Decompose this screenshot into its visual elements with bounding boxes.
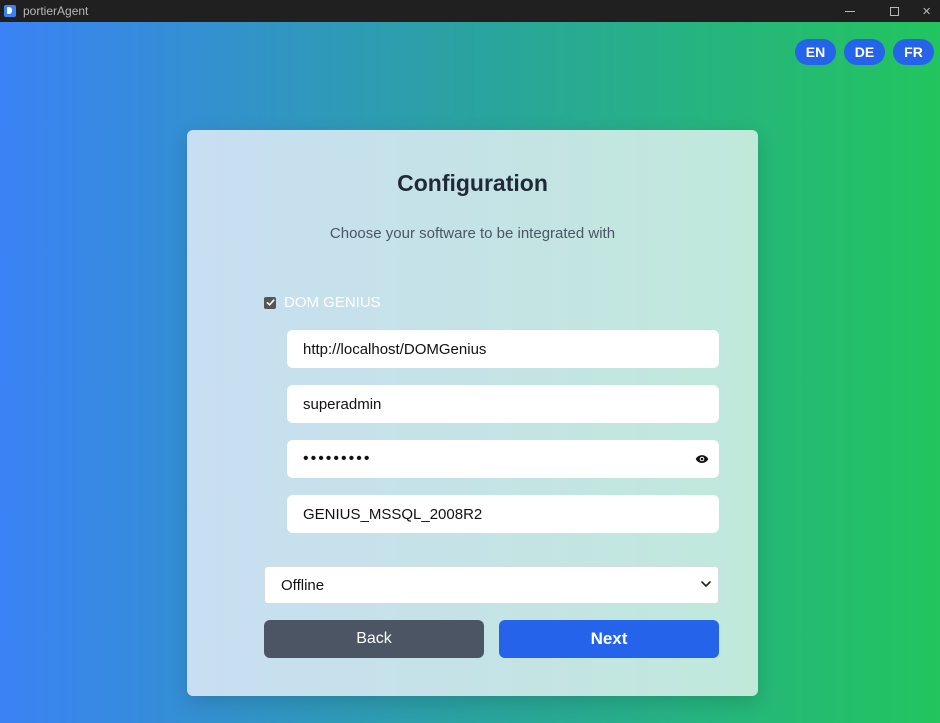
app-logo-icon (4, 5, 16, 17)
integration-checkbox[interactable] (264, 296, 276, 309)
language-button-fr[interactable]: FR (893, 39, 934, 65)
checkmark-icon (266, 299, 275, 306)
title-bar: portierAgent ✕ (0, 0, 940, 22)
window-controls: ✕ (828, 0, 940, 22)
integration-checkbox-label: DOM GENIUS (284, 294, 381, 311)
mode-select-value: Offline (281, 576, 325, 594)
next-button[interactable]: Next (499, 620, 719, 658)
page-subtitle: Choose your software to be integrated wi… (329, 225, 616, 242)
close-button[interactable]: ✕ (916, 0, 940, 22)
chevron-down-icon (701, 581, 711, 587)
integration-checkbox-row[interactable]: DOM GENIUS (264, 294, 381, 311)
mode-select[interactable]: Offline (264, 566, 719, 604)
minimize-button[interactable] (828, 0, 872, 22)
database-field[interactable]: GENIUS_MSSQL_2008R2 (287, 495, 719, 533)
database-field-value: GENIUS_MSSQL_2008R2 (303, 505, 483, 523)
language-button-de[interactable]: DE (844, 39, 885, 65)
password-field[interactable]: ••••••••• (287, 440, 719, 478)
username-field[interactable]: superadmin (287, 385, 719, 423)
url-field[interactable]: http://localhost/DOMGenius (287, 330, 719, 368)
language-button-en[interactable]: EN (795, 39, 836, 65)
maximize-icon (889, 6, 899, 16)
window-title: portierAgent (23, 4, 89, 18)
maximize-button[interactable] (872, 0, 916, 22)
username-field-value: superadmin (303, 395, 382, 413)
app-background: EN DE FR Configuration Choose your softw… (0, 22, 940, 723)
language-switcher: EN DE FR (795, 39, 934, 65)
configuration-card: Configuration Choose your software to be… (187, 130, 758, 696)
minimize-icon (845, 10, 855, 12)
url-field-value: http://localhost/DOMGenius (303, 340, 487, 358)
page-title: Configuration (397, 170, 548, 196)
close-icon: ✕ (922, 5, 932, 18)
password-field-value: ••••••••• (303, 450, 372, 467)
back-button[interactable]: Back (264, 620, 484, 658)
show-password-icon[interactable] (695, 452, 709, 466)
